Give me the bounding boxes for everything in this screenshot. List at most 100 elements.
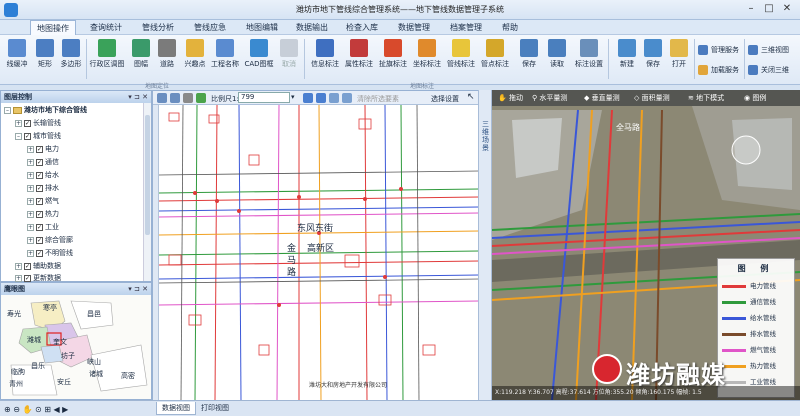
pipe-label-button[interactable]: 管线标注 <box>446 37 476 79</box>
menu-query-stats[interactable]: 查询统计 <box>90 22 122 33</box>
measure-icon[interactable] <box>342 93 352 103</box>
menu-archive[interactable]: 档案管理 <box>450 22 482 33</box>
panel-window-buttons[interactable]: ▾ ⊐ ✕ <box>128 283 148 295</box>
scene-tab-strip[interactable]: 三维场景 <box>478 90 492 400</box>
info-label-button[interactable]: 信息标注 <box>310 37 340 79</box>
line-buffer-button[interactable]: 线缓冲 <box>2 37 32 79</box>
road-button[interactable]: 道路 <box>152 37 182 79</box>
tree-item-water[interactable]: + ✓ 给水 <box>27 170 59 181</box>
close-icon[interactable]: ✕ <box>780 2 794 16</box>
poi-button[interactable]: 兴趣点 <box>180 37 210 79</box>
menu-data-output[interactable]: 数据输出 <box>296 22 328 33</box>
menu-map-ops[interactable]: 地图操作 <box>30 20 76 35</box>
checkbox[interactable]: ✓ <box>36 158 43 166</box>
menu-check-import[interactable]: 检查入库 <box>346 22 378 33</box>
checkbox[interactable]: ✓ <box>24 274 31 282</box>
menu-emergency[interactable]: 管线应急 <box>194 22 226 33</box>
3d-view-button[interactable]: 三维视图 <box>746 43 789 57</box>
legend-button[interactable]: ◉ 图例 <box>744 93 766 103</box>
checkbox[interactable]: ✓ <box>36 236 43 244</box>
horizontal-measure-button[interactable]: ⚲ 水平量测 <box>532 93 567 103</box>
panel-window-buttons[interactable]: ▾ ⊐ ✕ <box>128 91 148 103</box>
tree-item-city[interactable]: – ✓ 城市管线 <box>15 131 61 142</box>
checkbox[interactable]: ✓ <box>36 171 43 179</box>
select-settings-button[interactable]: 选择设置 <box>431 94 459 104</box>
tree-item-telecom[interactable]: + ✓ 通信 <box>27 157 59 168</box>
checkbox[interactable]: ✓ <box>36 145 43 153</box>
polygon-button[interactable]: 多边形 <box>56 37 86 79</box>
checkbox[interactable]: ✓ <box>24 132 31 140</box>
area-measure-button[interactable]: ◇ 面积量测 <box>634 93 670 103</box>
zoom-in-icon[interactable] <box>157 93 167 103</box>
tree-item-gas[interactable]: + ✓ 燃气 <box>27 196 59 207</box>
scale-input[interactable]: 799 <box>238 92 290 103</box>
tree-item-industry[interactable]: + ✓ 工业 <box>27 222 59 233</box>
full-extent-icon[interactable] <box>196 93 206 103</box>
clear-selection-button[interactable]: 清除所选要素 <box>357 94 399 104</box>
district-map-button[interactable]: 行政区调图 <box>90 37 125 79</box>
coord-icon <box>418 39 436 57</box>
tree-item-corridor[interactable]: + ✓ 综合管廊 <box>27 235 73 246</box>
tree-item-drain[interactable]: + ✓ 排水 <box>27 183 59 194</box>
menu-data-manage[interactable]: 数据管理 <box>398 22 430 33</box>
separator <box>744 39 745 79</box>
minimize-icon[interactable]: – <box>744 2 758 16</box>
compass-icon[interactable] <box>731 135 761 165</box>
load-service-button[interactable]: 加载服务 <box>696 63 739 77</box>
read-icon <box>548 39 566 57</box>
attr-label-button[interactable]: 属性标注 <box>344 37 374 79</box>
eagle-eye-map[interactable] <box>1 295 151 399</box>
pointer-icon[interactable]: ↖ <box>467 92 475 102</box>
checkbox[interactable]: ✓ <box>36 184 43 192</box>
cad-frame-button[interactable]: CAD图框 <box>244 37 274 79</box>
layer-scrollbar[interactable] <box>143 103 151 281</box>
menu-map-edit[interactable]: 地图编辑 <box>246 22 278 33</box>
menu-help[interactable]: 帮助 <box>502 22 518 33</box>
tree-item-heat[interactable]: + ✓ 热力 <box>27 209 59 220</box>
manage-service-button[interactable]: 管理服务 <box>696 43 739 57</box>
save-icon <box>644 39 662 57</box>
label-settings-button[interactable]: 标注设置 <box>574 37 604 79</box>
dropdown-icon[interactable]: ▾ <box>291 93 295 101</box>
poi-icon <box>186 39 204 57</box>
checkbox[interactable]: ✓ <box>24 262 31 270</box>
zoom-out-icon[interactable] <box>170 93 180 103</box>
vertical-measure-button[interactable]: ◆ 垂直量测 <box>584 93 620 103</box>
zoom-tools-icon[interactable]: ⊕ ⊖ ✋ ⊙ ⊞ ◀ ▶ <box>4 404 68 415</box>
flag-label-button[interactable]: 扯旗标注 <box>378 37 408 79</box>
place-label: 诸城 <box>89 370 103 378</box>
settings-icon <box>580 39 598 57</box>
drag-tool-button[interactable]: ✋ 拖动 <box>498 93 523 103</box>
checkbox[interactable]: ✓ <box>36 197 43 205</box>
tree-root[interactable]: – 潍坊市地下综合管线 <box>4 105 87 116</box>
forward-icon[interactable] <box>316 93 326 103</box>
maximize-icon[interactable]: □ <box>762 2 776 16</box>
tree-item-long[interactable]: + ✓ 长输管线 <box>15 118 61 129</box>
save-label-button[interactable]: 保存 <box>514 37 544 79</box>
scene-3d-panel[interactable]: ✋ 拖动 ⚲ 水平量测 ◆ 垂直量测 ◇ 面积量测 ≋ 地下模式 ◉ 图例 全马… <box>492 90 800 400</box>
checkbox[interactable]: ✓ <box>24 119 31 127</box>
menu-pipe-analysis[interactable]: 管线分析 <box>142 22 174 33</box>
cancel-icon <box>280 39 298 57</box>
tree-item-power[interactable]: + ✓ 电力 <box>27 144 59 155</box>
place-label: 峡山 <box>87 358 101 366</box>
coord-label-button[interactable]: 坐标标注 <box>412 37 442 79</box>
pan-hand-icon[interactable] <box>183 93 193 103</box>
read-label-button[interactable]: 读取 <box>542 37 572 79</box>
tab-print-view[interactable]: 打印视图 <box>196 402 234 415</box>
cancel-button[interactable]: 取消 <box>274 37 304 79</box>
node-label-button[interactable]: 管点标注 <box>480 37 510 79</box>
close-3d-button[interactable]: 关闭三维 <box>746 63 789 77</box>
checkbox[interactable]: ✓ <box>36 210 43 218</box>
tab-data-view[interactable]: 数据视图 <box>156 402 196 415</box>
checkbox[interactable]: ✓ <box>36 249 43 257</box>
checkbox[interactable]: ✓ <box>36 223 43 231</box>
tree-item-aux[interactable]: + ✓ 辅助数据 <box>15 261 61 272</box>
underground-mode-button[interactable]: ≋ 地下模式 <box>688 93 724 103</box>
tree-item-unknown[interactable]: + ✓ 不明管线 <box>27 248 73 259</box>
identify-icon[interactable] <box>329 93 339 103</box>
open-button[interactable]: 打开 <box>664 37 694 79</box>
back-icon[interactable] <box>303 93 313 103</box>
pipeline-map-2d[interactable]: 潍坊大和房地产开发有限公司 东风东街 高新区 金 马 路 <box>159 105 479 401</box>
project-name-button[interactable]: 工程名称 <box>210 37 240 79</box>
